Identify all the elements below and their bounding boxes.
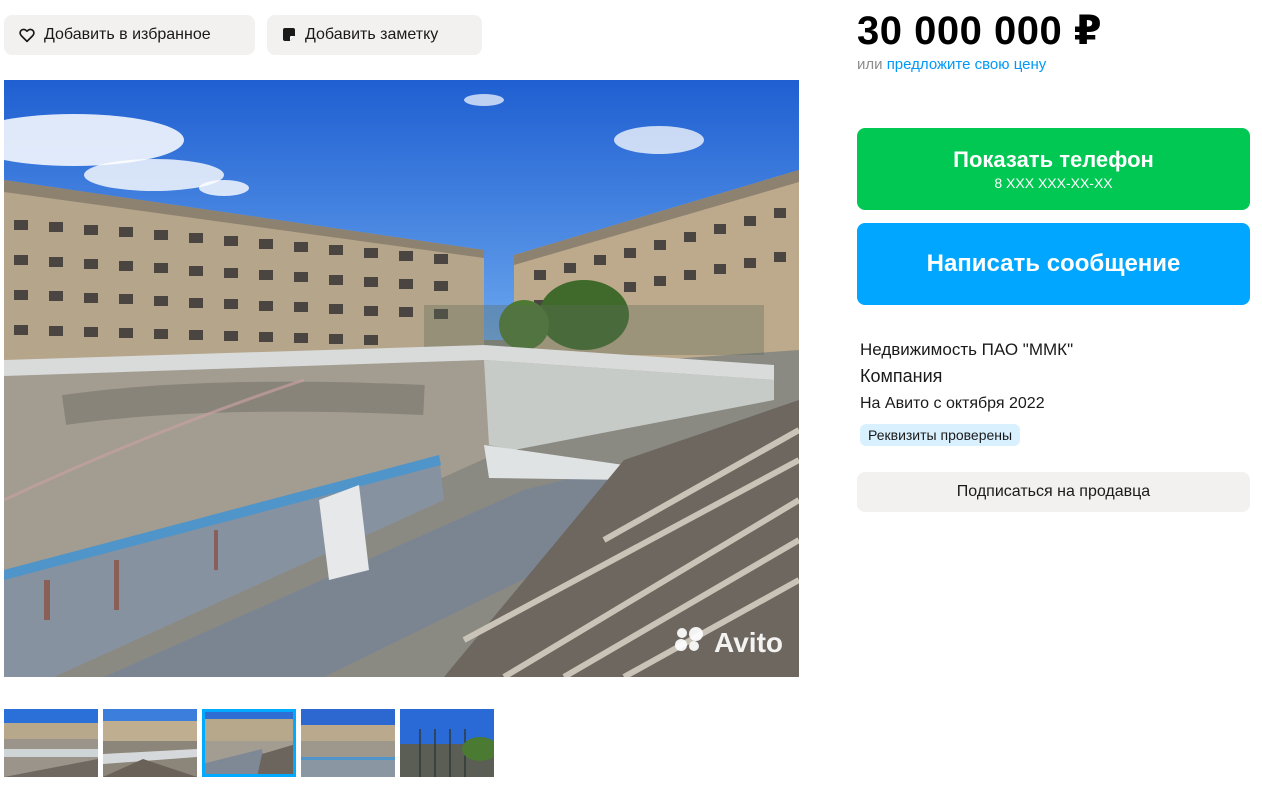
thumbnail-2[interactable] [103,709,197,777]
note-icon [281,27,297,43]
thumbnail-5[interactable] [400,709,494,777]
avito-watermark: Avito [674,626,783,659]
price: 30 000 000 ₽ [857,9,1103,53]
price-offer-prefix: или [857,56,883,73]
write-message-button[interactable]: Написать сообщение [857,223,1250,305]
thumbnail-4[interactable] [301,709,395,777]
add-note-button[interactable]: Добавить заметку [267,15,482,55]
thumbnail-strip [4,709,494,777]
add-to-favorites-button[interactable]: Добавить в избранное [4,15,255,55]
seller-since: На Авито с октября 2022 [860,395,1045,412]
seller-type: Компания [860,366,943,386]
thumbnail-3[interactable] [202,709,296,777]
write-message-label: Написать сообщение [926,250,1181,277]
price-offer: или предложите свою цену [857,56,1046,73]
verified-badge[interactable]: Реквизиты проверены [860,424,1021,446]
show-phone-label: Показать телефон [953,147,1154,172]
main-photo[interactable]: Avito [4,80,799,677]
phone-masked: 8 XXX XXX-XX-XX [994,175,1113,191]
avito-watermark-text: Avito [714,626,783,658]
seller-name[interactable]: Недвижимость ПАО "ММК" [860,340,1073,360]
thumbnail-1[interactable] [4,709,98,777]
add-to-favorites-label: Добавить в избранное [44,26,211,43]
offer-price-link[interactable]: предложите свою цену [887,56,1047,73]
avito-logo-icon [674,626,708,659]
subscribe-seller-button[interactable]: Подписаться на продавца [857,472,1250,512]
heart-icon [18,26,36,44]
show-phone-button[interactable]: Показать телефон 8 XXX XXX-XX-XX [857,128,1250,210]
add-note-label: Добавить заметку [305,26,439,43]
